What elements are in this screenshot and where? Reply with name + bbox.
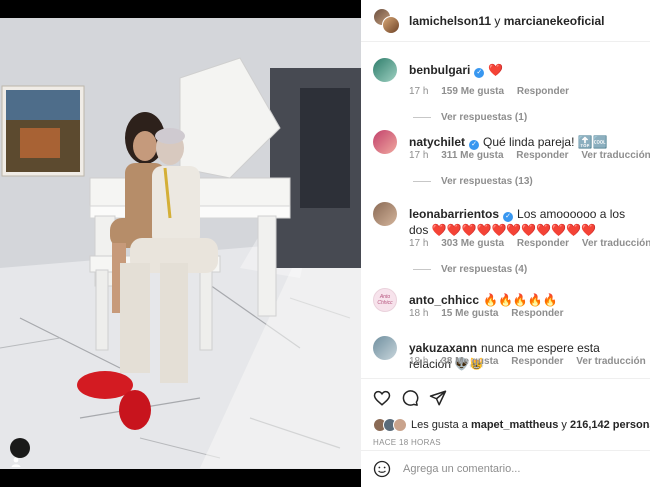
reply-button[interactable]: Responder bbox=[517, 238, 569, 249]
add-comment-bar: Agrega un comentario... bbox=[361, 450, 650, 487]
likes-prefix: Les gusta a bbox=[411, 419, 468, 431]
post-header: lamichelson11 y marcianekeoficial bbox=[361, 0, 650, 42]
comment-time[interactable]: 18 h bbox=[409, 356, 428, 367]
comment-likes[interactable]: 311 Me gusta bbox=[441, 150, 503, 161]
translate-button[interactable]: Ver traducción bbox=[576, 356, 645, 367]
likes-count[interactable]: 216,142 personas bbox=[570, 419, 650, 431]
comment-body: benbulgari ✓ ❤️ bbox=[409, 62, 644, 78]
comment-body: leonabarrientos ✓ Los amoooooo a los dos ❤… bbox=[409, 206, 644, 238]
author-link-2[interactable]: marcianekeoficial bbox=[504, 14, 605, 28]
replies-divider bbox=[413, 117, 431, 118]
avatar bbox=[393, 418, 407, 432]
post-actions bbox=[361, 378, 650, 412]
avatar[interactable] bbox=[382, 15, 400, 34]
reply-button[interactable]: Responder bbox=[516, 150, 568, 161]
comment-username[interactable]: anto_chhicc bbox=[409, 293, 479, 307]
translate-button[interactable]: Ver traducción bbox=[582, 238, 650, 249]
reply-button[interactable]: Responder bbox=[511, 308, 563, 319]
post-photo[interactable] bbox=[0, 0, 361, 487]
avatar[interactable] bbox=[373, 336, 397, 360]
author-link-1[interactable]: lamichelson11 bbox=[409, 14, 491, 28]
comment-time[interactable]: 17 h bbox=[409, 150, 428, 161]
post-sidebar: lamichelson11 y marcianekeoficial benbul… bbox=[361, 0, 650, 487]
view-replies-label: Ver respuestas (13) bbox=[441, 176, 533, 187]
post-timestamp[interactable]: HACE 18 HORAS bbox=[373, 438, 441, 447]
comment-meta: 18 h 38 Me gusta Responder Ver traducció… bbox=[409, 356, 650, 367]
heart-icon[interactable] bbox=[373, 389, 391, 407]
user-tag-icon[interactable] bbox=[10, 438, 30, 467]
view-replies-label: Ver respuestas (1) bbox=[441, 112, 528, 123]
view-replies-label: Ver respuestas (4) bbox=[441, 264, 528, 275]
comment-input[interactable]: Agrega un comentario... bbox=[403, 463, 520, 475]
liker-username[interactable]: mapet_mattheus bbox=[471, 419, 558, 431]
comment-meta: 17 h 159 Me gusta Responder bbox=[409, 86, 579, 97]
replies-divider bbox=[413, 181, 431, 182]
view-replies-button[interactable]: Ver respuestas (4) bbox=[413, 264, 527, 275]
likes-summary: Les gusta a mapet_mattheus y 216,142 per… bbox=[373, 418, 650, 432]
author-connector: y bbox=[494, 13, 501, 28]
avatar-logo-text: Anto Chhicc bbox=[377, 294, 393, 306]
comment-meta: 17 h 311 Me gusta Responder Ver traducci… bbox=[409, 150, 650, 161]
comment-username[interactable]: yakuzaxann bbox=[409, 341, 477, 355]
comment-username[interactable]: leonabarrientos bbox=[409, 207, 499, 221]
avatar[interactable]: Anto Chhicc bbox=[373, 288, 397, 312]
comment-username[interactable]: natychilet bbox=[409, 135, 465, 149]
photo-letterbox-top bbox=[0, 0, 361, 18]
verified-badge-icon: ✓ bbox=[503, 212, 514, 222]
comment-time[interactable]: 17 h bbox=[409, 86, 428, 97]
photo-letterbox-bottom bbox=[0, 469, 361, 487]
comment-likes[interactable]: 38 Me gusta bbox=[441, 356, 498, 367]
verified-badge-icon: ✓ bbox=[474, 68, 485, 78]
comment-time[interactable]: 18 h bbox=[409, 308, 428, 319]
comment-text: ❤️ bbox=[488, 63, 504, 77]
comment-likes[interactable]: 303 Me gusta bbox=[441, 238, 504, 249]
comment-icon[interactable] bbox=[401, 389, 419, 407]
comment-text: Qué linda pareja! 🔝🆒 bbox=[483, 135, 608, 149]
likes-connector: y bbox=[561, 419, 567, 431]
comment-username[interactable]: benbulgari bbox=[409, 63, 470, 77]
view-replies-button[interactable]: Ver respuestas (1) bbox=[413, 112, 527, 123]
comment-likes[interactable]: 15 Me gusta bbox=[441, 308, 498, 319]
reply-button[interactable]: Responder bbox=[511, 356, 563, 367]
share-icon[interactable] bbox=[429, 389, 447, 407]
comment-body: anto_chhicc 🔥🔥🔥🔥🔥 bbox=[409, 292, 644, 308]
emoji-icon[interactable] bbox=[373, 460, 391, 478]
comment-time[interactable]: 17 h bbox=[409, 238, 428, 249]
avatar[interactable] bbox=[373, 202, 397, 226]
verified-badge-icon: ✓ bbox=[469, 140, 480, 150]
comment-meta: 17 h 303 Me gusta Responder Ver traducci… bbox=[409, 238, 650, 249]
view-replies-button[interactable]: Ver respuestas (13) bbox=[413, 176, 533, 187]
avatar[interactable] bbox=[373, 130, 397, 154]
translate-button[interactable]: Ver traducción bbox=[581, 150, 650, 161]
comment-likes[interactable]: 159 Me gusta bbox=[441, 86, 504, 97]
reply-button[interactable]: Responder bbox=[517, 86, 569, 97]
post-authors: lamichelson11 y marcianekeoficial bbox=[409, 14, 604, 28]
comment-text: 🔥🔥🔥🔥🔥 bbox=[483, 293, 558, 307]
comment-meta: 18 h 15 Me gusta Responder bbox=[409, 308, 574, 319]
likes-text: Les gusta a mapet_mattheus y 216,142 per… bbox=[411, 419, 650, 431]
comment-body: natychilet ✓ Qué linda pareja! 🔝🆒 bbox=[409, 134, 644, 150]
collab-avatars[interactable] bbox=[373, 7, 401, 34]
photo-illustration bbox=[0, 18, 361, 469]
replies-divider bbox=[413, 269, 431, 270]
avatar[interactable] bbox=[373, 58, 397, 82]
